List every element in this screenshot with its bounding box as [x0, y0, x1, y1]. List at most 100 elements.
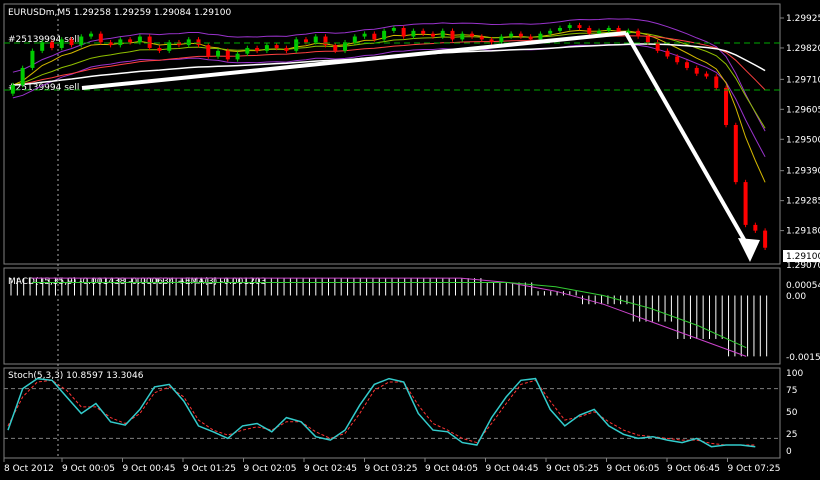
candle-body	[743, 182, 748, 225]
candle-body	[587, 27, 592, 34]
candle-body	[655, 42, 660, 51]
stoch-tick-50: 50	[786, 408, 798, 418]
candle-body	[704, 73, 709, 77]
candle-body	[694, 67, 699, 74]
candle-body	[30, 50, 35, 68]
candle-body	[391, 27, 396, 31]
macd-tick-top: 0.000541	[786, 281, 820, 291]
candle-body	[763, 230, 768, 248]
candle-body	[450, 30, 455, 40]
candle-body	[528, 36, 533, 40]
time-tick-label: 9 Oct 01:25	[183, 464, 236, 474]
stoch-lines	[4, 377, 780, 448]
time-tick-label: 9 Oct 05:25	[546, 464, 599, 474]
price-tick-label: 1.29710	[786, 75, 820, 85]
candle-body	[577, 25, 582, 28]
candle-body	[684, 62, 689, 68]
macd-signal-line	[31, 282, 747, 349]
arrow-head-icon	[738, 238, 760, 262]
price-tick-label: 1.29180	[786, 227, 820, 237]
candle-body	[401, 27, 406, 37]
macd-tick-bottom: -0.00153	[786, 353, 820, 363]
candle-body	[98, 33, 103, 43]
candle-body	[557, 27, 562, 31]
time-tick-label: 9 Oct 03:25	[365, 464, 418, 474]
candle-body	[538, 33, 543, 40]
candle-body	[753, 224, 758, 231]
candle-body	[225, 50, 230, 60]
time-tick-label: 9 Oct 02:45	[304, 464, 357, 474]
candle-body	[548, 30, 553, 34]
time-tick-label: 9 Oct 07:25	[728, 464, 781, 474]
candle-body	[137, 36, 142, 43]
candle-body	[206, 45, 211, 57]
bollinger-bands	[12, 18, 766, 158]
price-tick-label: 1.29605	[786, 105, 820, 115]
candle-body	[274, 45, 279, 48]
candle-body	[421, 30, 426, 34]
price-axis: 1.29925 1.29820 1.29710 1.29605 1.29500 1.293…	[780, 14, 820, 237]
macd-tick-zero: 0.00	[786, 292, 806, 302]
candle-body	[362, 33, 367, 37]
stoch-signal-line	[7, 379, 756, 446]
candle-body	[518, 33, 523, 37]
price-tick-label: 1.29925	[786, 14, 820, 24]
candle-body	[714, 76, 719, 88]
candle-body	[352, 36, 357, 43]
time-tick-label: 9 Oct 00:05	[62, 464, 115, 474]
candle-body	[20, 67, 25, 86]
time-tick-label: 8 Oct 2012	[4, 464, 54, 474]
candle-body	[196, 39, 201, 46]
candle-body	[509, 33, 514, 37]
ema-fast-line	[12, 29, 766, 183]
time-axis: 8 Oct 2012 9 Oct 00:05 9 Oct 00:45 9 Oct 01…	[3, 458, 781, 474]
price-tick-label: 1.29820	[786, 44, 820, 54]
candle-body	[645, 36, 650, 43]
candle-body	[303, 39, 308, 43]
stoch-tick-100: 100	[786, 369, 803, 379]
candle-body	[606, 27, 611, 31]
band-lower-line	[12, 43, 766, 158]
candle-body	[343, 42, 348, 51]
symbol-header: EURUSDm,M5 1.29258 1.29259 1.29084 1.291…	[8, 8, 231, 18]
candle-body	[479, 36, 484, 40]
candle-body	[167, 42, 172, 51]
time-tick-label: 9 Oct 06:05	[607, 464, 660, 474]
candle-body	[157, 47, 162, 51]
stoch-tick-75: 75	[786, 386, 797, 396]
candle-body	[128, 39, 133, 43]
candle-body	[460, 33, 465, 40]
candle-body	[733, 125, 738, 183]
candle-body	[216, 50, 221, 57]
candle-body	[89, 33, 94, 37]
candle-body	[665, 50, 670, 57]
candle-body	[264, 45, 269, 51]
candle-body	[567, 25, 572, 28]
candle-body	[440, 30, 445, 37]
candle-body	[10, 85, 15, 94]
candle-body	[245, 47, 250, 54]
candle-body	[636, 30, 641, 37]
candle-body	[724, 87, 729, 126]
candle-body	[470, 33, 475, 37]
candle-body	[489, 39, 494, 43]
candle-body	[49, 42, 54, 48]
candle-body	[499, 36, 504, 43]
candle-body	[118, 39, 123, 46]
time-tick-label: 9 Oct 06:45	[667, 464, 720, 474]
macd-histogram	[10, 277, 768, 357]
candle-body	[313, 36, 318, 43]
candle-body	[255, 47, 260, 51]
candle-body	[235, 53, 240, 60]
candle-body	[284, 47, 289, 51]
price-tick-label: 1.29285	[786, 197, 820, 207]
moving-averages	[12, 29, 766, 183]
candle-body	[147, 36, 152, 48]
candle-body	[430, 33, 435, 37]
candle-body	[186, 39, 191, 46]
candle-body	[675, 56, 680, 63]
trading-chart[interactable]: EURUSDm,M5 1.29258 1.29259 1.29084 1.291…	[0, 0, 820, 480]
candle-body	[597, 30, 602, 34]
candle-body	[411, 30, 416, 37]
time-tick-label: 9 Oct 04:45	[486, 464, 539, 474]
